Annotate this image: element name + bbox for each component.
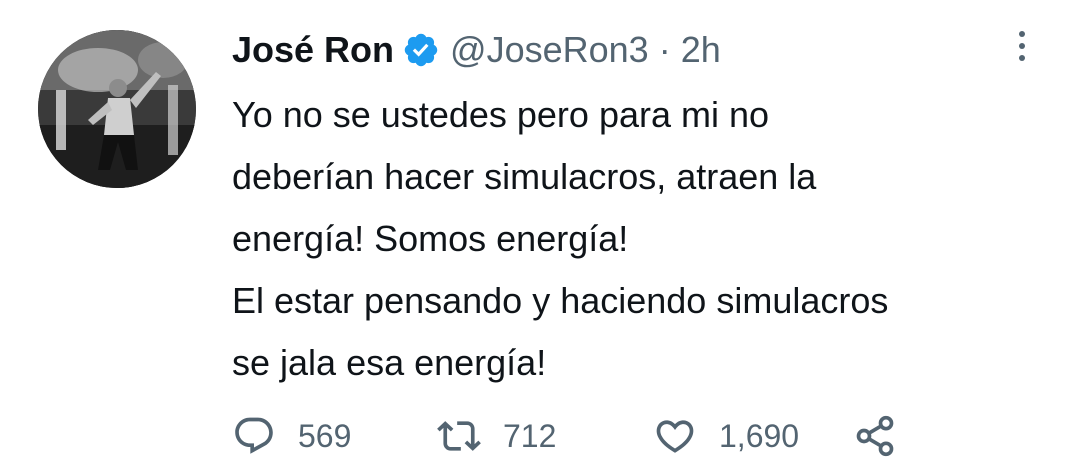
reply-button[interactable]: 569	[232, 414, 437, 458]
tweet-text: Yo no se ustedes pero para mi no debería…	[232, 84, 1062, 394]
tweet-card[interactable]: José Ron @JoseRon3 · 2h Yo no se ustedes…	[0, 0, 1080, 472]
tweet-text-line: energía! Somos energía!	[232, 218, 629, 259]
more-options-icon[interactable]	[1004, 22, 1040, 70]
like-heart-icon	[656, 420, 694, 453]
like-button[interactable]: 1,690	[653, 414, 853, 458]
like-count: 1,690	[719, 417, 800, 454]
avatar[interactable]	[38, 30, 196, 188]
tweet-text-line: Yo no se ustedes pero para mi no	[232, 94, 770, 135]
avatar-photo	[38, 30, 196, 188]
tweet-text-line: se jala esa energía!	[232, 342, 547, 383]
verified-badge-icon	[402, 31, 440, 69]
timestamp[interactable]: 2h	[681, 29, 721, 71]
reply-count: 569	[298, 417, 352, 454]
retweet-count: 712	[503, 417, 557, 454]
tweet-text-line: deberían hacer simulacros, atraen la	[232, 156, 817, 197]
share-button[interactable]	[853, 414, 897, 458]
retweet-button[interactable]: 712	[437, 414, 653, 458]
separator-dot: ·	[658, 29, 671, 70]
reply-icon	[235, 417, 273, 454]
tweet-text-line: El estar pensando y haciendo simulacros	[232, 280, 889, 321]
author-handle[interactable]: @JoseRon3	[450, 29, 649, 71]
retweet-icon	[437, 421, 481, 451]
tweet-header: José Ron @JoseRon3 · 2h	[232, 20, 721, 80]
share-icon	[856, 415, 894, 457]
author-name[interactable]: José Ron	[232, 29, 394, 71]
tweet-actions: 569 712 1,690	[232, 410, 897, 462]
